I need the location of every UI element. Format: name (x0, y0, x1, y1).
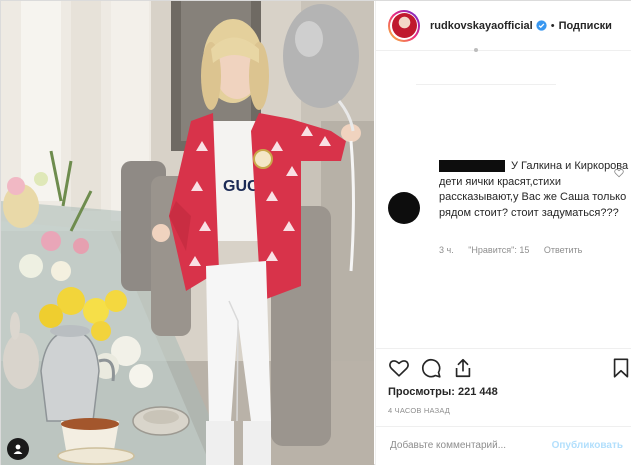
post-sidebar: rudkovskayaofficial • Подписки У Галкина… (375, 1, 631, 465)
comment-text-line1: У Галкина и (511, 160, 572, 172)
avatar[interactable] (388, 9, 420, 42)
comment-like-heart-icon[interactable] (614, 168, 624, 178)
comment-input[interactable]: Добавьте комментарий... (390, 440, 506, 451)
caption-fragment (474, 47, 534, 53)
comment-age: 3 ч. (439, 245, 454, 255)
post-timestamp: 4 ЧАСОВ НАЗАД (388, 406, 451, 415)
heart-icon[interactable] (388, 357, 410, 379)
reply-button[interactable]: Ответить (544, 245, 582, 255)
comment-likes[interactable]: "Нравится": 15 (468, 245, 529, 255)
comment-text: У Галкина и Киркорова дети яички красят,… (439, 159, 629, 221)
instagram-post: GUC rudkovskayaofficial • Подписки У Гал… (0, 0, 631, 465)
post-header: rudkovskayaofficial • Подписки (376, 1, 631, 51)
divider (416, 84, 556, 85)
comment-meta: 3 ч. "Нравится": 15 Ответить (439, 245, 594, 255)
photo-illustration: GUC (1, 1, 374, 465)
share-icon[interactable] (452, 357, 474, 379)
comment-composer: Добавьте комментарий... Опубликовать (376, 426, 631, 465)
post-photo[interactable]: GUC (1, 1, 374, 465)
views-count[interactable]: Просмотры: 221 448 (388, 386, 498, 398)
bookmark-icon[interactable] (610, 357, 631, 379)
verified-badge-icon (536, 20, 547, 31)
comment-bubble-icon[interactable] (420, 357, 442, 379)
svg-text:GUC: GUC (223, 178, 259, 195)
person-icon[interactable] (7, 438, 29, 460)
separator-dot: • (550, 19, 555, 32)
commenter-avatar[interactable] (388, 192, 420, 224)
username-link[interactable]: rudkovskayaofficial (430, 20, 533, 32)
action-bar (388, 357, 629, 381)
divider (376, 348, 631, 349)
follow-button[interactable]: Подписки (559, 20, 612, 32)
publish-button[interactable]: Опубликовать (552, 440, 623, 451)
